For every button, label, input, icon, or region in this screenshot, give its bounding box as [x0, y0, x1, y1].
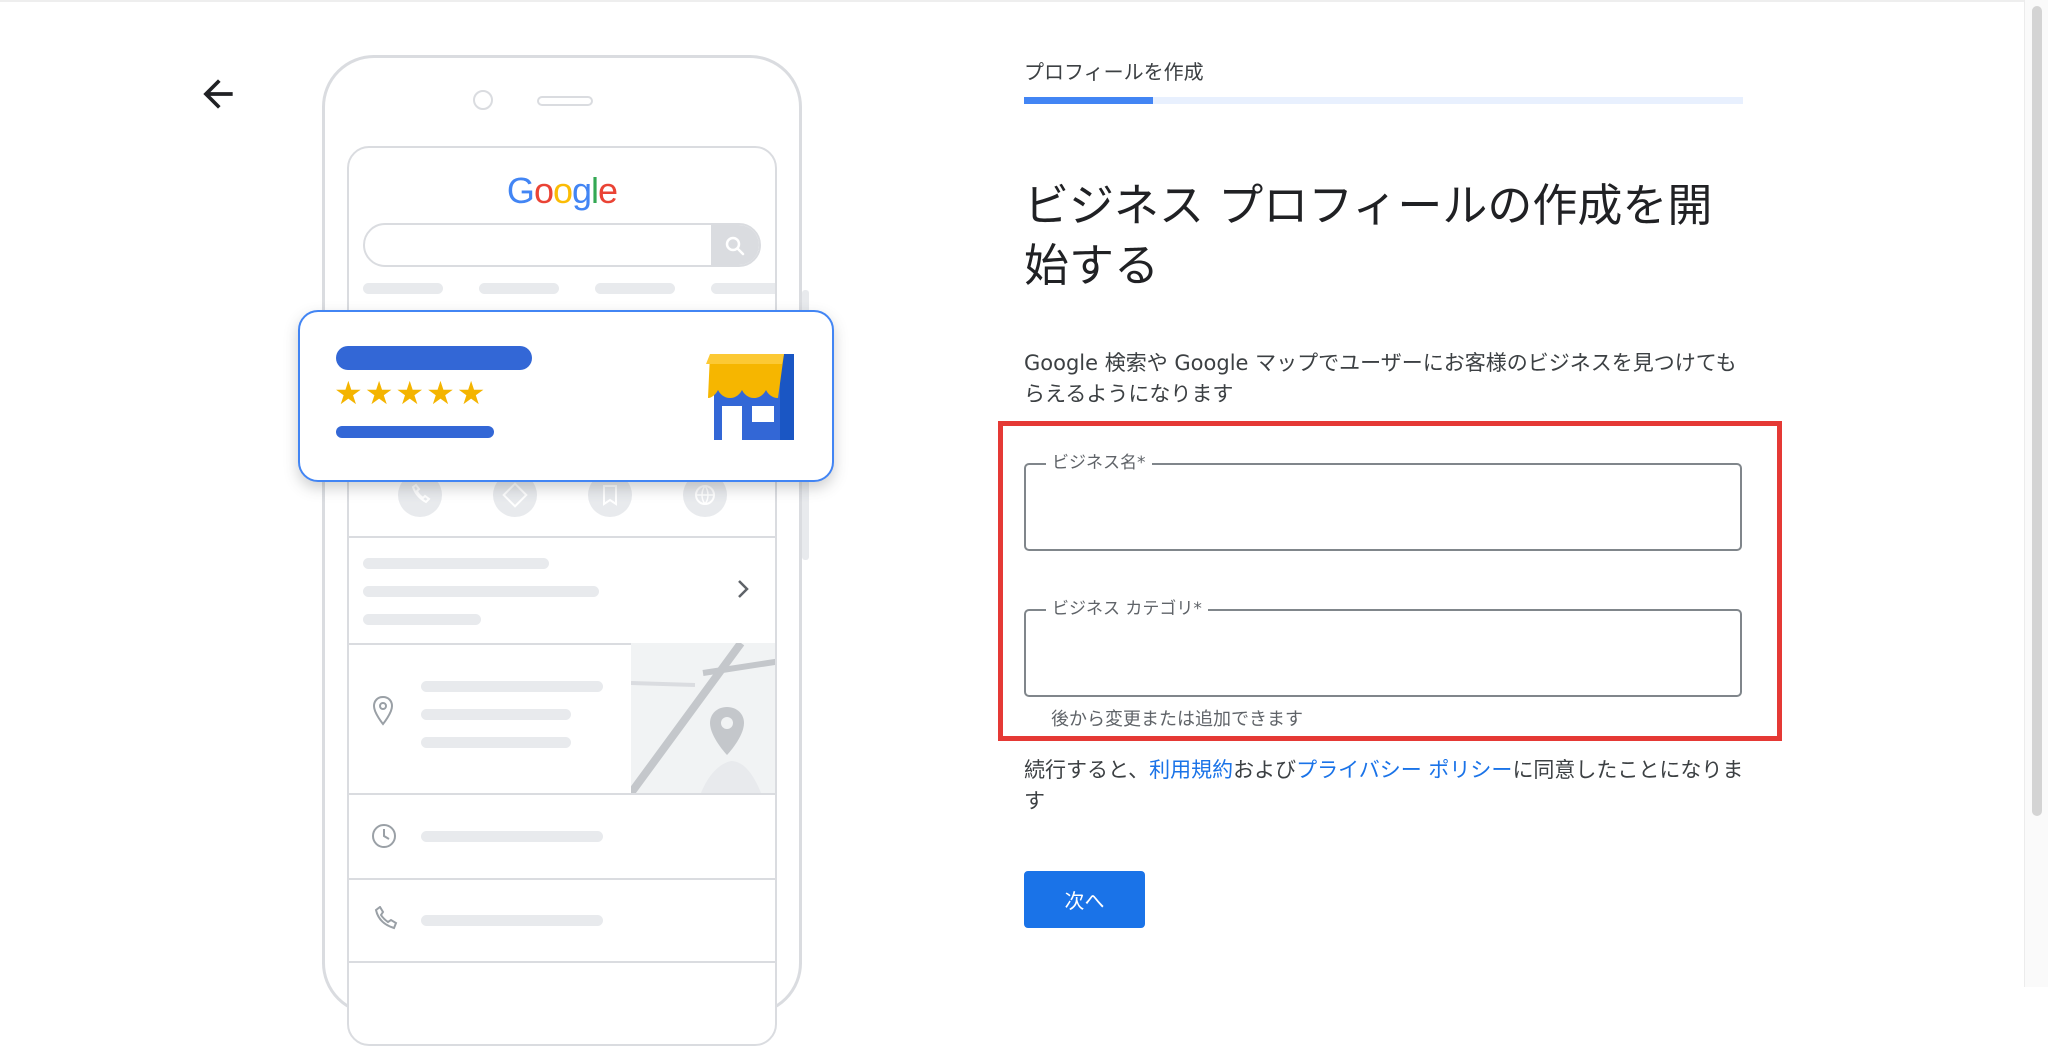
placeholder-line — [421, 831, 603, 842]
back-button[interactable] — [196, 72, 240, 116]
logo-letter: G — [506, 170, 535, 211]
placeholder-line — [421, 915, 603, 926]
phone-screen: Google — [347, 146, 777, 1046]
mock-search-button — [711, 225, 759, 265]
phone-camera — [473, 90, 493, 110]
search-icon — [725, 236, 745, 256]
card-subtitle-bar — [336, 426, 494, 438]
progress-fill — [1024, 97, 1154, 104]
arrow-back-icon — [203, 79, 233, 109]
scrollbar-thumb[interactable] — [2032, 6, 2042, 816]
placeholder-line — [421, 709, 571, 720]
business-category-input[interactable] — [1026, 611, 1740, 695]
category-helper-text: 後から変更または追加できます — [1051, 709, 1303, 730]
page-title: ビジネス プロフィールの作成を開始する — [1024, 179, 1713, 292]
terms-link[interactable]: 利用規約 — [1149, 758, 1233, 782]
placeholder-line — [363, 614, 481, 625]
consent-prefix: 続行すると、 — [1024, 758, 1150, 782]
progress-bar — [1024, 97, 1743, 104]
step-label: プロフィールを作成 — [1024, 60, 1204, 84]
chevron-right-icon — [738, 580, 749, 598]
card-title-bar — [336, 346, 532, 370]
logo-letter: o — [533, 170, 554, 211]
business-info-card: ★★★★★ — [298, 310, 834, 482]
location-pin-icon — [372, 695, 394, 726]
business-category-field[interactable]: ビジネス カテゴリ* — [1024, 598, 1742, 697]
mock-tab — [363, 283, 443, 294]
phone-speaker — [537, 96, 593, 106]
placeholder-line — [421, 737, 571, 748]
business-name-input[interactable] — [1026, 465, 1740, 549]
next-button[interactable]: 次へ — [1024, 871, 1145, 928]
logo-letter: g — [572, 170, 592, 211]
mock-search-bar — [363, 223, 761, 267]
privacy-policy-link[interactable]: プライバシー ポリシー — [1296, 758, 1512, 782]
top-divider — [0, 0, 2048, 2]
placeholder-line — [421, 681, 603, 692]
consent-text: 続行すると、利用規約およびプライバシー ポリシーに同意したことになります — [1024, 755, 1764, 817]
mock-tab — [479, 283, 559, 294]
logo-letter: o — [552, 170, 573, 211]
consent-middle: および — [1233, 758, 1297, 782]
placeholder-line — [363, 558, 549, 569]
clock-icon — [372, 824, 396, 848]
phone-illustration: Google — [322, 55, 802, 1046]
logo-letter: l — [591, 170, 599, 211]
divider — [349, 878, 775, 880]
google-logo: Google — [349, 170, 775, 212]
store-icon — [706, 354, 794, 440]
phone-icon — [374, 906, 398, 930]
rating-stars: ★★★★★ — [334, 374, 488, 412]
page-description: Google 検索や Google マップでユーザーにお客様のビジネスを見つけて… — [1024, 351, 1737, 406]
logo-letter: e — [598, 170, 618, 211]
business-name-field[interactable]: ビジネス名* — [1024, 452, 1742, 551]
mock-tab — [595, 283, 675, 294]
divider — [349, 793, 775, 795]
mock-tab — [711, 283, 775, 294]
mini-map — [631, 643, 775, 793]
scrollbar[interactable] — [2024, 0, 2048, 987]
divider — [349, 961, 775, 963]
divider — [349, 536, 775, 538]
placeholder-line — [363, 586, 599, 597]
